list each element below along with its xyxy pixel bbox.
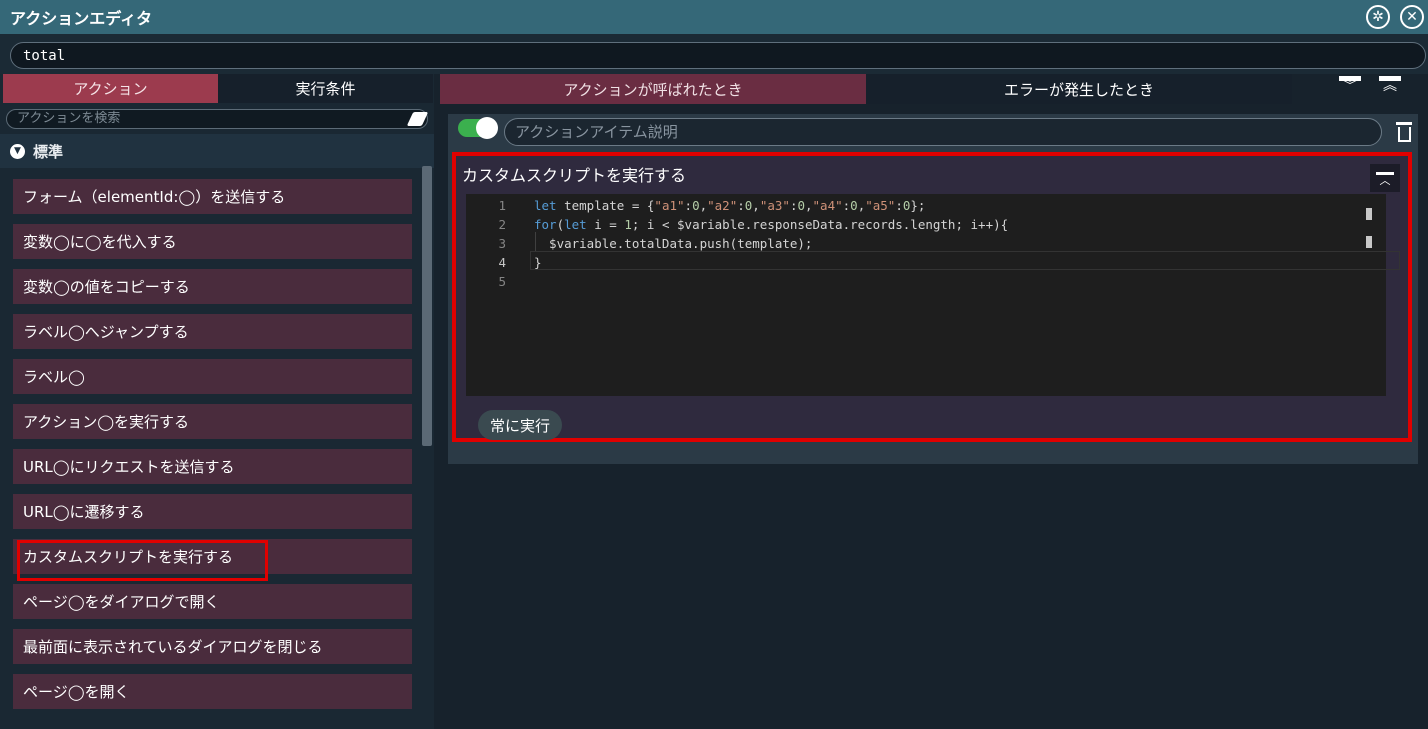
search-placeholder: アクションを検索 [17, 111, 121, 126]
action-item-submit-form[interactable]: フォーム（elementId:◯）を送信する [13, 179, 412, 214]
action-item-run-action[interactable]: アクション◯を実行する [13, 404, 412, 439]
line-number: 5 [498, 274, 506, 289]
line-number: 4 [498, 255, 506, 270]
script-card: カスタムスクリプトを実行する ︿ 1 let template = {"a1":… [452, 152, 1412, 442]
run-condition-button[interactable]: 常に実行 [478, 410, 563, 440]
tab-conditions[interactable]: 実行条件 [218, 74, 433, 103]
action-item-jump-label[interactable]: ラベル◯へジャンプする [13, 314, 412, 349]
chevron-down-icon: ▼ [10, 143, 25, 159]
action-list-panel: アクション 実行条件 アクションを検索 ▼ 標準 フォーム（elementId:… [0, 74, 434, 729]
tab-actions[interactable]: アクション [3, 74, 218, 103]
category-label: 標準 [33, 142, 64, 161]
action-name-bar [0, 34, 1428, 74]
list-scrollbar[interactable] [422, 166, 432, 446]
tab-on-error[interactable]: エラーが発生したとき [866, 74, 1292, 104]
code-line-2: for(let i = 1; i < $variable.responseDat… [534, 217, 1009, 232]
line-number: 1 [498, 198, 506, 213]
code-editor[interactable]: 1 let template = {"a1":0,"a2":0,"a3":0,"… [466, 194, 1400, 396]
collapse-all-icon[interactable]: ︽ [1378, 76, 1402, 100]
action-item-open-page[interactable]: ページ◯を開く [13, 674, 412, 709]
window-titlebar: アクションエディタ ✲ ✕ [0, 0, 1428, 34]
action-name-input[interactable] [10, 42, 1426, 69]
action-item-close-dialog[interactable]: 最前面に表示されているダイアログを閉じる [13, 629, 412, 664]
action-item-navigate-url[interactable]: URL◯に遷移する [13, 494, 412, 529]
line-number: 3 [498, 236, 506, 251]
description-input[interactable]: アクションアイテム説明 [504, 118, 1382, 146]
action-item-label[interactable]: ラベル◯ [13, 359, 412, 394]
action-list: フォーム（elementId:◯）を送信する 変数◯に◯を代入する 変数◯の値を… [13, 179, 412, 719]
enabled-toggle[interactable] [458, 117, 498, 139]
code-line-1: let template = {"a1":0,"a2":0,"a3":0,"a4… [534, 198, 926, 213]
editor-scroll-marker [1366, 208, 1372, 220]
line-number: 2 [498, 217, 506, 232]
action-item-custom-script[interactable]: カスタムスクリプトを実行する [13, 539, 412, 581]
card-title: カスタムスクリプトを実行する [462, 166, 687, 185]
close-icon[interactable]: ✕ [1400, 5, 1424, 29]
action-item-copy-variable[interactable]: 変数◯の値をコピーする [13, 269, 412, 304]
collapse-card-icon[interactable]: ︿ [1370, 164, 1400, 192]
action-item: アクションアイテム説明 カスタムスクリプトを実行する ︿ 1 let templ… [448, 114, 1418, 464]
trash-icon[interactable] [1396, 122, 1412, 142]
settings-icon[interactable]: ✲ [1366, 5, 1390, 29]
tab-on-call[interactable]: アクションが呼ばれたとき [440, 74, 866, 104]
code-line-4: } [534, 255, 542, 270]
action-item-send-request[interactable]: URL◯にリクエストを送信する [13, 449, 412, 484]
action-search-input[interactable]: アクションを検索 [6, 109, 429, 129]
action-item-open-dialog[interactable]: ページ◯をダイアログで開く [13, 584, 412, 619]
expand-all-icon[interactable]: ︾ [1338, 76, 1362, 100]
editor-scroll-marker [1366, 236, 1372, 248]
action-item-assign-variable[interactable]: 変数◯に◯を代入する [13, 224, 412, 259]
code-line-3: $variable.totalData.push(template); [534, 236, 813, 251]
eraser-icon[interactable] [406, 112, 429, 126]
description-placeholder: アクションアイテム説明 [515, 123, 678, 141]
action-detail-panel: アクションが呼ばれたとき エラーが発生したとき ︾ ︽ アクションアイテム説明 … [434, 74, 1428, 729]
category-header[interactable]: ▼ 標準 [0, 134, 434, 168]
window-title: アクションエディタ [10, 9, 153, 28]
